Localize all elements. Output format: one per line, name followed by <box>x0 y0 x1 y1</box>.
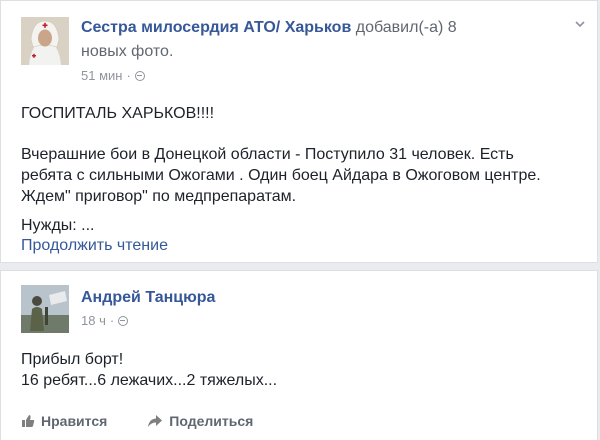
avatar[interactable] <box>21 17 69 65</box>
post-body-text: Вчерашние бои в Донецкой области - Посту… <box>21 144 541 207</box>
post-line: 16 ребят...6 лежачих...2 тяжелых... <box>21 372 278 389</box>
like-label: Нравится <box>41 413 108 429</box>
post-header: Сестра милосердия АТО/ Харьков добавил(-… <box>81 19 457 37</box>
timestamp[interactable]: 18 ч <box>81 313 106 328</box>
separator-dot: · <box>109 313 115 328</box>
read-more-link[interactable]: Продолжить чтение <box>21 237 168 255</box>
thumbs-up-icon <box>22 415 35 427</box>
author-name[interactable]: Андрей Танцюра <box>81 289 215 306</box>
post-card: Андрей Танцюра 18 ч · Прибыл борт! 16 ре… <box>0 270 598 440</box>
action-text-cont: новых фото. <box>81 43 174 60</box>
share-label: Поделиться <box>169 413 254 429</box>
separator-dot: · <box>126 68 131 83</box>
post-meta: 18 ч · <box>81 313 129 328</box>
post-body: ГОСПИТАЛЬ ХАРЬКОВ!!!! <box>21 103 214 124</box>
chevron-down-icon[interactable] <box>575 19 585 29</box>
share-arrow-icon <box>148 415 163 427</box>
globe-icon <box>134 70 145 81</box>
globe-icon <box>118 315 129 326</box>
post-actions: Нравится Поделиться <box>21 413 253 429</box>
author-name[interactable]: Сестра милосердия АТО/ Харьков <box>81 19 351 36</box>
post-line: ребята с сильными Ожогами . Один боец Ай… <box>21 167 541 184</box>
post-meta: 51 мин · <box>81 68 145 83</box>
share-button[interactable]: Поделиться <box>147 413 253 429</box>
soldier-avatar-image <box>21 285 69 333</box>
timestamp[interactable]: 51 мин <box>81 68 122 83</box>
post-line: Прибыл борт! <box>21 351 124 368</box>
post-card: Сестра милосердия АТО/ Харьков добавил(-… <box>0 0 598 263</box>
action-text: добавил(-а) 8 <box>355 19 457 36</box>
nurse-avatar-image <box>21 17 69 65</box>
avatar[interactable] <box>21 285 69 333</box>
post-line: Вчерашние бои в Донецкой области - Посту… <box>21 146 514 163</box>
post-header: Андрей Танцюра <box>81 289 215 307</box>
like-button[interactable]: Нравится <box>21 413 107 429</box>
post-title: ГОСПИТАЛЬ ХАРЬКОВ!!!! <box>21 105 215 122</box>
post-line: Ждем" приговор" по медпрепаратам. <box>21 188 297 205</box>
needs-text: Нужды: ... <box>21 217 95 234</box>
post-body-text: Прибыл борт! 16 ребят...6 лежачих...2 тя… <box>21 349 277 391</box>
